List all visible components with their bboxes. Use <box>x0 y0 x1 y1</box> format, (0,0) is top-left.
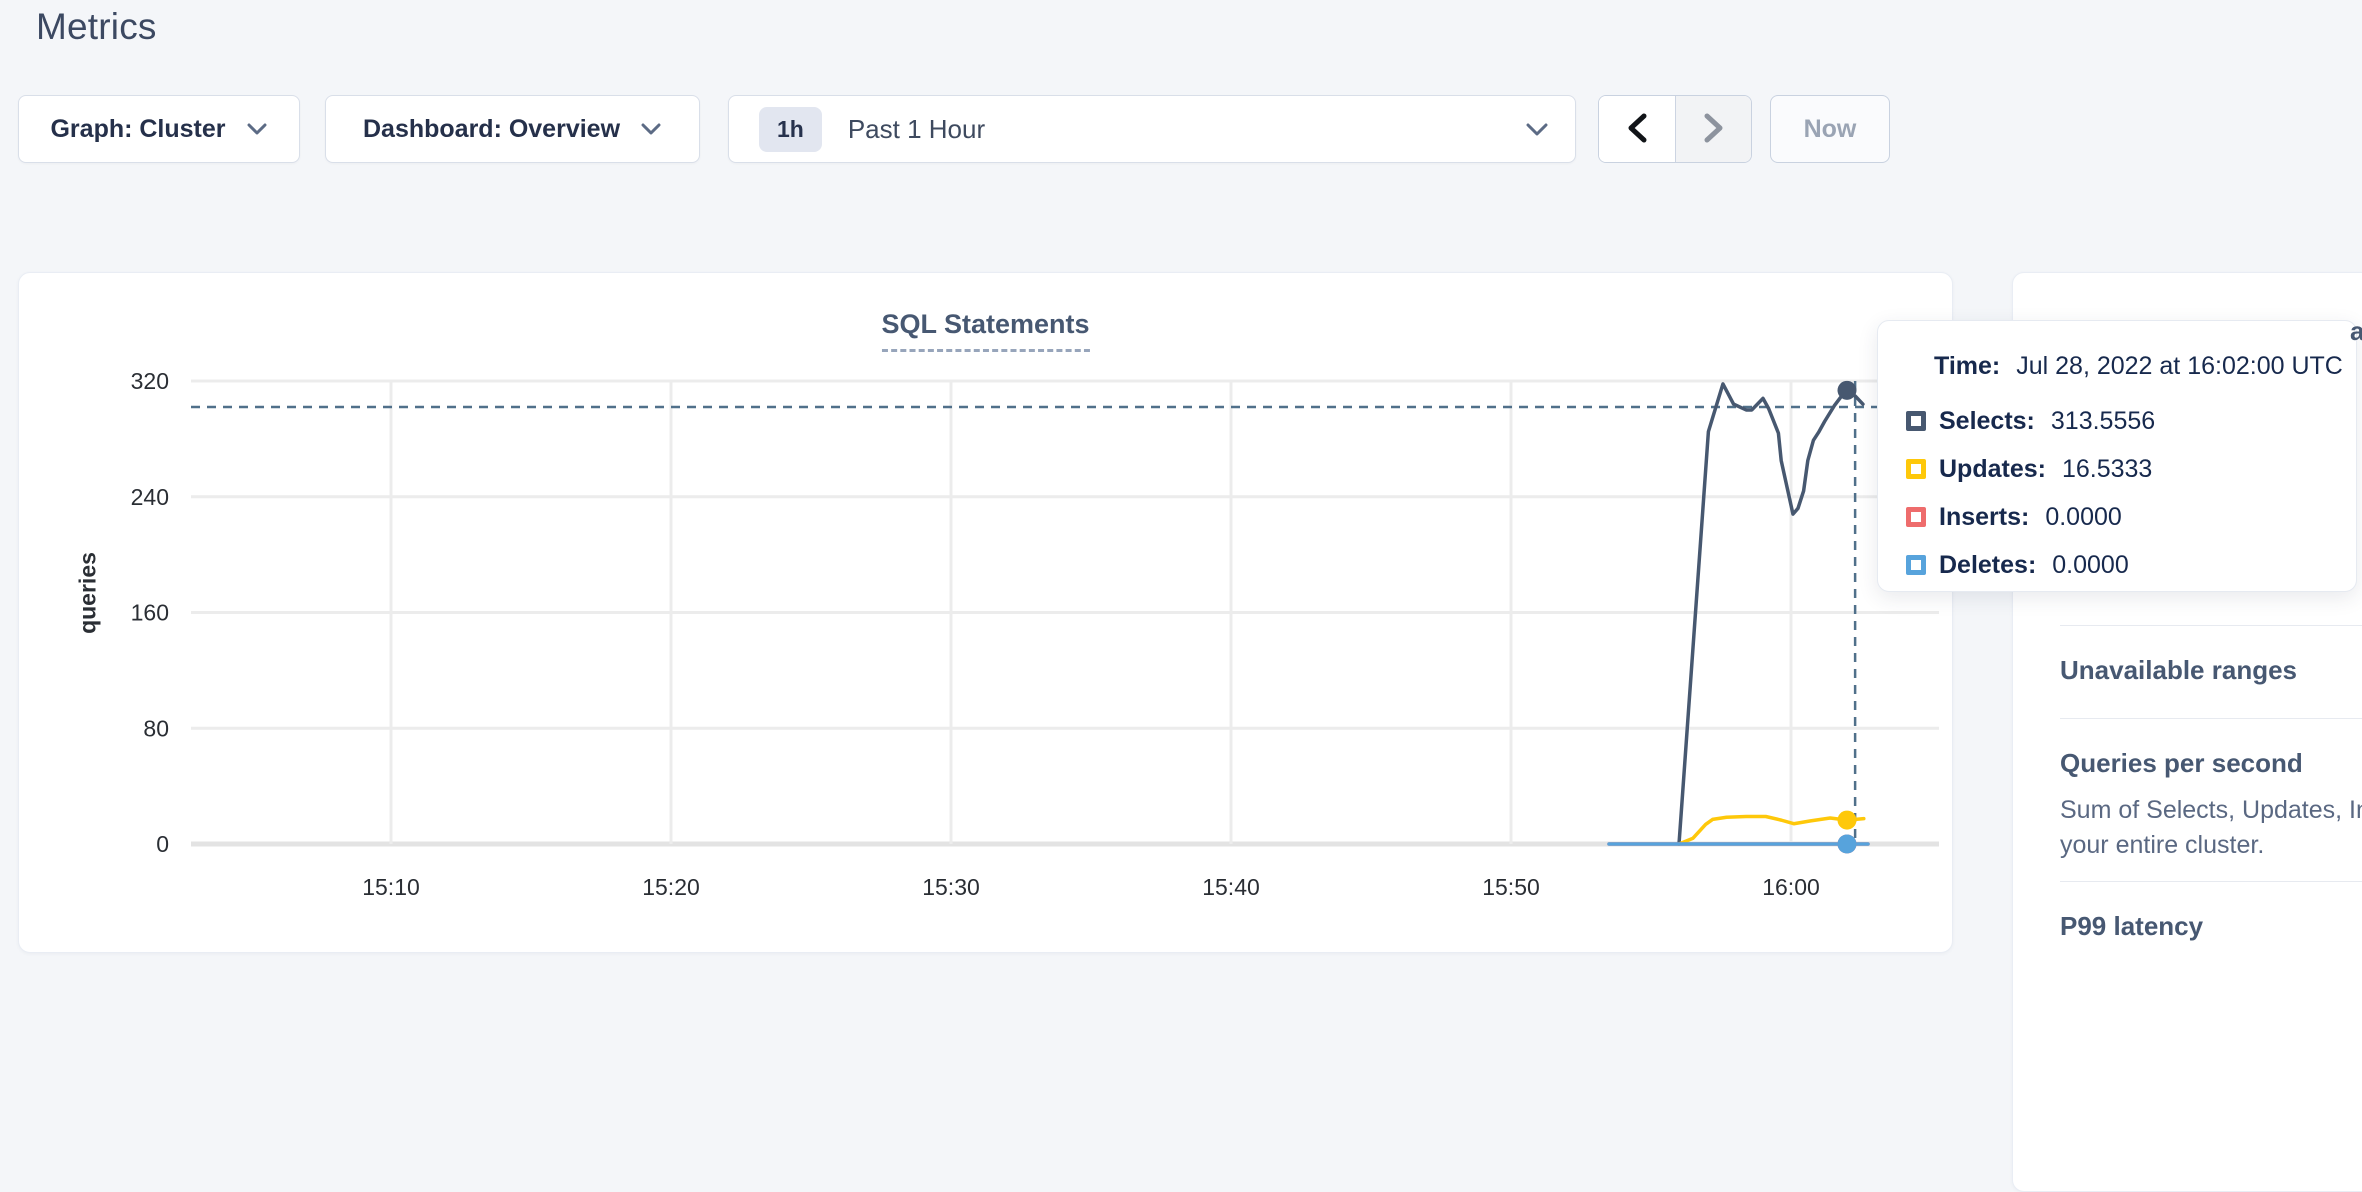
x-tick-label: 15:30 <box>922 874 980 900</box>
x-tick-label: 15:10 <box>362 874 420 900</box>
time-range-label: Past 1 Hour <box>848 114 985 145</box>
tooltip-series-label: Inserts: <box>1939 503 2029 532</box>
x-tick-label: 15:50 <box>1482 874 1540 900</box>
chevron-right-icon <box>1703 112 1725 147</box>
dashboard-dropdown-label: Dashboard: Overview <box>363 115 620 144</box>
time-range-selector[interactable]: 1h Past 1 Hour <box>728 95 1576 163</box>
graph-dropdown-label: Graph: Cluster <box>50 115 225 144</box>
tooltip-series-value: 313.5556 <box>2051 407 2155 436</box>
dashboard-dropdown[interactable]: Dashboard: Overview <box>325 95 700 163</box>
series-swatch-icon <box>1906 459 1926 479</box>
tooltip-series-label: Deletes: <box>1939 551 2036 580</box>
hover-dot-selects <box>1838 381 1857 400</box>
chevron-down-icon <box>246 122 268 136</box>
sidebar-divider <box>2060 881 2362 882</box>
sidebar-section: P99 latency <box>2060 910 2362 974</box>
sql-statements-chart[interactable]: 0 80 160 240 320 15:10 15:20 15:30 15:40 15:50 16:… <box>19 273 1954 953</box>
tooltip-series-row: Updates: 16.5333 <box>1906 445 2356 493</box>
clipped-heading-fragment: a <box>2350 316 2362 347</box>
page-title: Metrics <box>36 6 157 48</box>
sidebar-section-description-line: Sum of Selects, Updates, Inserts and Del… <box>2060 793 2362 828</box>
y-tick-label: 0 <box>156 831 169 857</box>
tooltip-series-row: Inserts: 0.0000 <box>1906 493 2356 541</box>
chevron-left-icon <box>1626 112 1648 147</box>
chevron-down-icon <box>1525 122 1549 137</box>
now-button[interactable]: Now <box>1770 95 1890 163</box>
y-tick-label: 80 <box>143 715 169 741</box>
tooltip-series-label: Updates: <box>1939 455 2046 484</box>
sidebar-section-heading: P99 latency <box>2060 910 2362 942</box>
tooltip-series-label: Selects: <box>1939 407 2035 436</box>
sidebar-section-heading: Queries per second <box>2060 747 2362 779</box>
sql-statements-chart-card: SQL Statements 08016024032015:1015:2015:… <box>18 272 1953 953</box>
x-tick-label: 15:40 <box>1202 874 1260 900</box>
chevron-down-icon <box>640 122 662 136</box>
tooltip-series-row: Deletes: 0.0000 <box>1906 541 2356 589</box>
tooltip-series-value: 0.0000 <box>2052 551 2128 580</box>
tooltip-time-row: Time: Jul 28, 2022 at 16:02:00 UTC <box>1934 351 2356 381</box>
tooltip-series-value: 0.0000 <box>2045 503 2121 532</box>
time-pager <box>1598 95 1752 163</box>
tooltip-series-rows: Selects: 313.5556Updates: 16.5333 Inserts: 0… <box>1906 397 2356 589</box>
series-swatch-icon <box>1906 507 1926 527</box>
sidebar-section: Unavailable ranges <box>2060 654 2362 718</box>
series-swatch-icon <box>1906 411 1926 431</box>
hover-dot-updates <box>1838 811 1857 830</box>
sidebar-divider <box>2060 718 2362 719</box>
sidebar-section: Queries per second Sum of Selects, Update… <box>2060 747 2362 881</box>
tooltip-series-row: Selects: 313.5556 <box>1906 397 2356 445</box>
time-range-badge: 1h <box>759 107 822 152</box>
y-axis-label: queries <box>75 552 102 634</box>
tooltip-series-value: 16.5333 <box>2062 455 2152 484</box>
y-tick-label: 240 <box>131 484 169 510</box>
y-tick-label: 160 <box>131 600 169 626</box>
sidebar-section-description-line: your entire cluster. <box>2060 828 2362 863</box>
sidebar-section-heading: Unavailable ranges <box>2060 654 2362 686</box>
next-time-button[interactable] <box>1675 96 1751 162</box>
series-swatch-icon <box>1906 555 1926 575</box>
hover-dot-deletes <box>1838 835 1857 854</box>
tooltip-time-label: Time: <box>1934 352 2000 380</box>
x-tick-label: 16:00 <box>1762 874 1820 900</box>
series-line-updates <box>1679 817 1864 844</box>
metrics-page: Metrics Graph: Cluster Dashboard: Overvi… <box>0 0 2362 966</box>
graph-dropdown[interactable]: Graph: Cluster <box>18 95 300 163</box>
y-tick-label: 320 <box>131 368 169 394</box>
tooltip-time-value: Jul 28, 2022 at 16:02:00 UTC <box>2016 352 2343 380</box>
x-tick-label: 15:20 <box>642 874 700 900</box>
sidebar-divider <box>2060 625 2362 626</box>
chart-hover-tooltip: Time: Jul 28, 2022 at 16:02:00 UTC Select… <box>1877 320 2357 592</box>
prev-time-button[interactable] <box>1599 96 1675 162</box>
